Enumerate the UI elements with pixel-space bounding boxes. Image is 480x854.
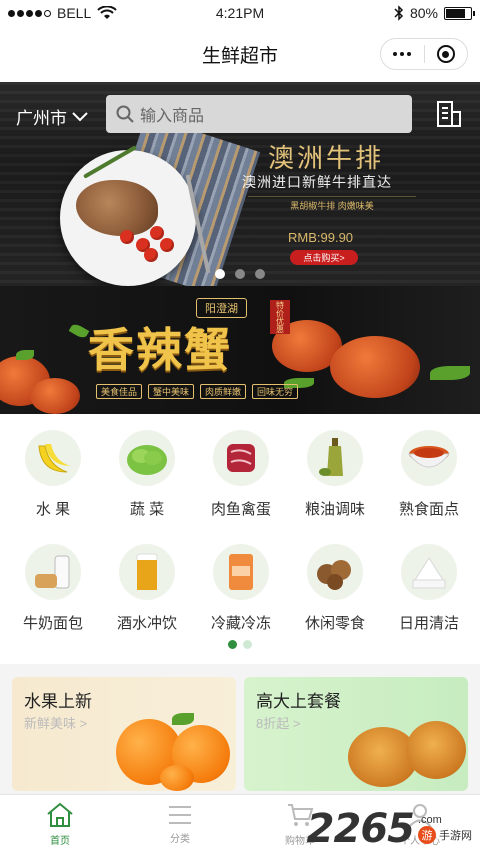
- category-drinks[interactable]: 酒水冲饮: [101, 528, 193, 638]
- crab-seal: 特价优惠: [270, 300, 290, 334]
- milk-bread-icon: [25, 544, 81, 600]
- leaf-decoration: [172, 713, 194, 725]
- watermark-number: 2265: [306, 806, 415, 852]
- site-watermark: 2265 .com 游 手游网: [307, 806, 472, 852]
- tomato-decoration: [150, 226, 164, 240]
- promo-card-fruit[interactable]: 水果上新 新鲜美味 >: [12, 677, 236, 791]
- more-dots-icon: [393, 52, 412, 56]
- category-label: 日用清洁: [398, 615, 459, 632]
- card-subtitle: 8折起 >: [256, 716, 301, 731]
- watermark-suffix: .com: [418, 814, 442, 826]
- card-title: 高大上套餐: [256, 692, 341, 711]
- pagination-dot[interactable]: [228, 640, 237, 649]
- tab-category[interactable]: 分类: [120, 795, 240, 854]
- tomato-decoration: [144, 248, 158, 262]
- category-frozen[interactable]: 冷藏冷冻: [195, 528, 287, 638]
- crab-image: [30, 378, 80, 414]
- slogan: 蟹中美味: [148, 384, 195, 399]
- buy-button[interactable]: 点击购买>: [290, 250, 358, 265]
- city-label: 广州市: [16, 109, 67, 128]
- slogan: 美食佳品: [96, 384, 143, 399]
- category-label: 冷藏冷冻: [210, 615, 271, 632]
- category-label: 休闲零食: [304, 615, 365, 632]
- promo-cards: 水果上新 新鲜美味 > 高大上套餐 8折起 >: [0, 664, 480, 794]
- close-button[interactable]: [425, 39, 468, 69]
- leaf-decoration: [430, 366, 470, 380]
- tab-label: 分类: [170, 834, 190, 845]
- hero-banner[interactable]: 广州市 输入商品 澳洲牛排 澳洲进口新鲜牛排直达 黑胡椒牛排 肉嫩味美 RMB:…: [0, 82, 480, 286]
- page-title: 生鲜超市: [201, 45, 278, 67]
- home-icon: [47, 802, 73, 827]
- beer-icon: [119, 544, 175, 600]
- cookies-icon: [307, 544, 363, 600]
- category-label: 熟食面点: [398, 501, 459, 518]
- close-target-icon: [436, 45, 455, 63]
- promo-title: 澳洲牛排: [268, 144, 385, 174]
- pagination-dot[interactable]: [243, 640, 252, 649]
- leaf-decoration: [16, 350, 34, 360]
- watermark-logo-icon: 游: [418, 826, 436, 844]
- search-icon: [116, 105, 134, 123]
- category-label: 牛奶面包: [22, 615, 83, 632]
- hero-pagination: [0, 269, 480, 279]
- nav-bar: 生鲜超市: [0, 26, 480, 82]
- city-selector[interactable]: 广州市: [16, 104, 89, 129]
- crab-headline: 香辣蟹: [88, 323, 232, 377]
- noodle-bowl-icon: [401, 430, 457, 486]
- promo-tagline: 黑胡椒牛排 肉嫩味美: [248, 196, 416, 211]
- crab-banner[interactable]: 阳澄湖 特价优惠 香辣蟹 美食佳品 蟹中美味 肉质鲜嫩 回味无穷: [0, 286, 480, 414]
- mooncake-image: [406, 721, 466, 779]
- crab-image: [330, 336, 420, 398]
- category-pagination: [0, 640, 480, 649]
- meat-icon: [213, 430, 269, 486]
- leaf-decoration: [68, 322, 90, 340]
- card-subtitle: 新鲜美味 >: [24, 716, 88, 731]
- category-cleaning[interactable]: 日用清洁: [383, 528, 475, 638]
- slogan: 回味无穷: [252, 384, 299, 399]
- search-placeholder: 输入商品: [140, 108, 205, 125]
- category-deli[interactable]: 熟食面点: [383, 414, 475, 524]
- slogan: 肉质鲜嫩: [200, 384, 247, 399]
- lettuce-icon: [119, 430, 175, 486]
- category-vegetable[interactable]: 蔬 菜: [101, 414, 193, 524]
- category-label: 蔬 菜: [129, 501, 165, 518]
- battery-icon: [444, 6, 475, 20]
- category-grain-oil[interactable]: 粮油调味: [289, 414, 381, 524]
- promo-price: RMB:99.90: [288, 230, 354, 245]
- category-label: 粮油调味: [304, 501, 365, 518]
- category-label: 酒水冲饮: [116, 615, 177, 632]
- promo-subtitle: 澳洲进口新鲜牛排直达: [242, 174, 392, 190]
- frozen-fish-icon: [213, 544, 269, 600]
- building-icon[interactable]: [436, 100, 462, 133]
- watermark-site: 手游网: [439, 830, 472, 842]
- promo-card-package[interactable]: 高大上套餐 8折起 >: [244, 677, 468, 791]
- tab-home[interactable]: 首页: [0, 795, 120, 854]
- pagination-dot[interactable]: [235, 269, 245, 279]
- pagination-dot[interactable]: [215, 269, 225, 279]
- more-button[interactable]: [381, 39, 424, 69]
- tomato-decoration: [120, 230, 134, 244]
- category-milk-bread[interactable]: 牛奶面包: [7, 528, 99, 638]
- chevron-down-icon: [72, 111, 88, 121]
- search-input[interactable]: 输入商品: [106, 95, 412, 133]
- pagination-dot[interactable]: [255, 269, 265, 279]
- card-title: 水果上新: [24, 692, 92, 711]
- oil-bottle-icon: [307, 430, 363, 486]
- mini-program-capsule: [380, 38, 468, 70]
- list-icon: [169, 806, 191, 824]
- category-label: 肉鱼禽蛋: [210, 501, 271, 518]
- category-fruit[interactable]: 水 果: [7, 414, 99, 524]
- tomato-decoration: [160, 238, 174, 252]
- banana-icon: [25, 430, 81, 486]
- orange-slice-image: [160, 765, 194, 791]
- crab-slogans: 美食佳品 蟹中美味 肉质鲜嫩 回味无穷: [96, 384, 299, 399]
- tissue-icon: [401, 544, 457, 600]
- tab-label: 首页: [50, 836, 70, 847]
- category-snacks[interactable]: 休闲零食: [289, 528, 381, 638]
- category-grid: 水 果 蔬 菜 肉鱼禽蛋 粮油调味 熟食面点 牛奶面包 酒水冲饮 冷藏冷冻 休闲…: [0, 414, 480, 664]
- status-bar: BELL 4:21PM 80%: [0, 0, 480, 26]
- category-meat[interactable]: 肉鱼禽蛋: [195, 414, 287, 524]
- category-label: 水 果: [35, 501, 71, 518]
- clock: 4:21PM: [215, 5, 265, 21]
